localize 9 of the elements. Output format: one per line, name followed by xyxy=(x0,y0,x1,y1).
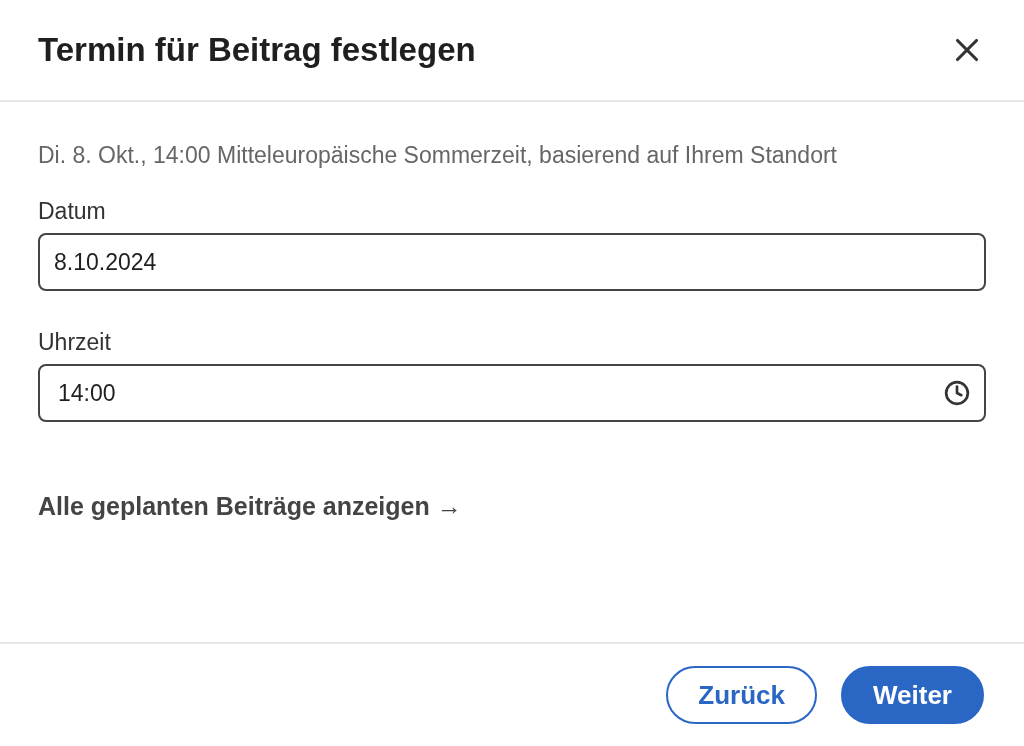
dialog-title: Termin für Beitrag festlegen xyxy=(38,31,476,69)
field-label: Datum xyxy=(38,198,107,225)
next-button[interactable]: Weiter xyxy=(841,666,984,724)
schedule-info: Di. 8. Okt., 14:00 Mitteleuropäische Sommerzeit, basierend auf Ihrem Standort xyxy=(38,141,838,170)
time-field[interactable]: 14:00 xyxy=(38,364,986,422)
scheduled-posts-link[interactable]: Alle geplanten Beiträge anzeigen → xyxy=(38,492,462,521)
back-button[interactable]: Zurück xyxy=(666,666,817,724)
date-field[interactable]: 8.10.2024 xyxy=(38,233,986,291)
field-label: Uhrzeit xyxy=(38,329,112,356)
